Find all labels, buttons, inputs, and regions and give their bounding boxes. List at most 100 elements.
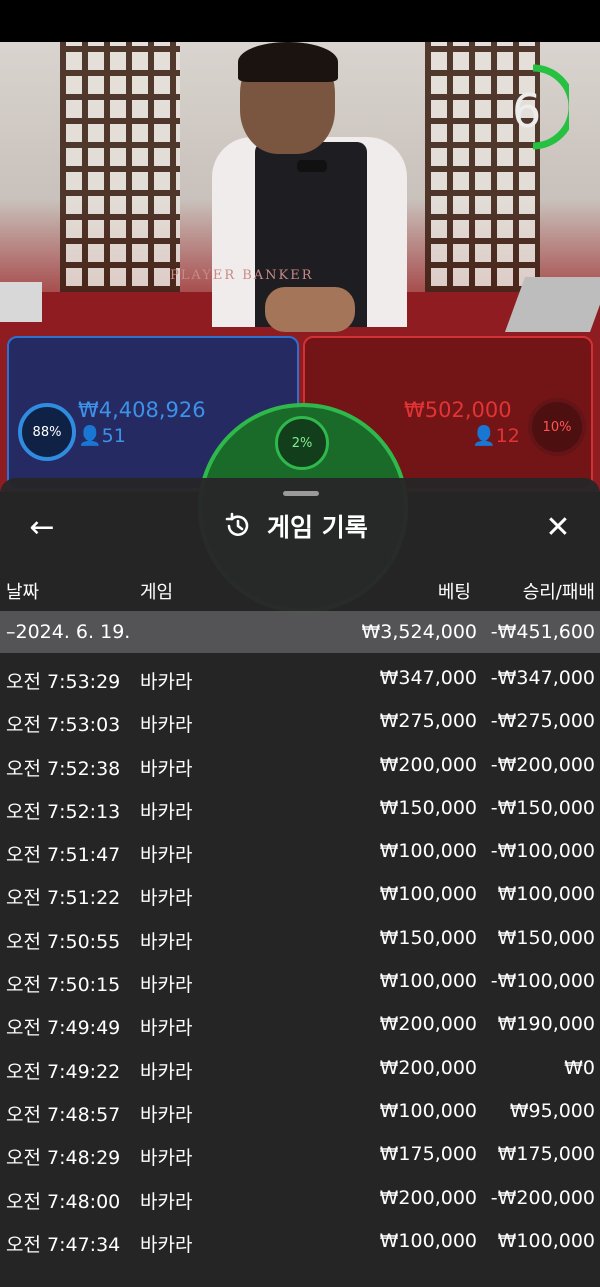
row-time: 오전 7:47:34 <box>6 1233 121 1256</box>
row-result: -₩200,000 <box>490 753 595 776</box>
row-result: ₩0 <box>564 1056 595 1079</box>
row-bet: ₩100,000 <box>379 1099 477 1122</box>
row-result: -₩347,000 <box>490 667 595 689</box>
close-button[interactable]: ✕ <box>538 507 578 547</box>
row-bet: ₩100,000 <box>379 1229 477 1252</box>
row-game: 바카라 <box>140 671 193 693</box>
row-time: 오전 7:50:55 <box>6 930 121 953</box>
status-bar <box>0 0 600 42</box>
row-time: 오전 7:51:47 <box>6 844 121 867</box>
row-bet: ₩100,000 <box>379 840 477 863</box>
column-date: 날짜 <box>6 582 40 603</box>
row-bet: ₩175,000 <box>379 1143 477 1166</box>
row-game: 바카라 <box>140 887 193 910</box>
user-icon: 👤 <box>78 425 102 447</box>
table-row[interactable]: 오전 7:51:22 바카라 ₩100,000 ₩100,000 <box>0 873 600 916</box>
row-time: 오전 7:50:15 <box>6 974 121 997</box>
row-result: ₩175,000 <box>497 1143 595 1166</box>
row-bet: ₩100,000 <box>379 970 477 993</box>
history-table-header: 날짜 게임 베팅 승리/패배 <box>0 570 600 610</box>
row-result: ₩95,000 <box>509 1099 595 1122</box>
row-time: 오전 7:51:22 <box>6 887 121 910</box>
row-game: 바카라 <box>140 1147 193 1170</box>
summary-bet: ₩3,524,000 <box>361 621 477 643</box>
player-percent-ring: 88% <box>18 403 76 461</box>
table-row[interactable]: 오전 7:48:29 바카라 ₩175,000 ₩175,000 <box>0 1133 600 1176</box>
row-time: 오전 7:49:22 <box>6 1060 121 1083</box>
row-game: 바카라 <box>140 714 193 737</box>
row-bet: ₩200,000 <box>379 1013 477 1036</box>
table-row[interactable]: 오전 7:47:34 바카라 ₩100,000 ₩100,000 <box>0 1220 600 1263</box>
screen-panel-left <box>60 42 180 292</box>
table-row[interactable]: 오전 7:53:03 바카라 ₩275,000 -₩275,000 <box>0 700 600 743</box>
column-result: 승리/패배 <box>522 582 595 603</box>
row-game: 바카라 <box>140 930 193 953</box>
row-time: 오전 7:53:29 <box>6 671 121 693</box>
table-row[interactable]: 오전 7:49:22 바카라 ₩200,000 ₩0 <box>0 1047 600 1090</box>
row-game: 바카라 <box>140 1233 193 1256</box>
row-result: ₩150,000 <box>497 926 595 949</box>
table-row[interactable]: 오전 7:48:00 바카라 ₩200,000 -₩200,000 <box>0 1177 600 1220</box>
table-row[interactable]: 오전 7:48:57 바카라 ₩100,000 ₩95,000 <box>0 1090 600 1133</box>
table-row[interactable]: 오전 7:52:38 바카라 ₩200,000 -₩200,000 <box>0 744 600 787</box>
back-button[interactable]: ← <box>22 507 62 547</box>
row-game: 바카라 <box>140 757 193 780</box>
row-result: ₩100,000 <box>497 883 595 906</box>
column-game: 게임 <box>140 582 174 603</box>
banker-bettor-count: 👤12 <box>472 425 520 447</box>
bowtie <box>297 160 327 172</box>
tie-percent-ring: 2% <box>275 416 329 470</box>
row-result: -₩100,000 <box>490 840 595 863</box>
table-row[interactable]: 오전 7:50:15 바카라 ₩100,000 -₩100,000 <box>0 960 600 1003</box>
countdown-number: 6 <box>512 84 542 138</box>
player-total-amount: ₩4,408,926 <box>78 398 206 422</box>
row-game: 바카라 <box>140 1103 193 1126</box>
row-result: -₩275,000 <box>490 710 595 733</box>
row-time: 오전 7:53:03 <box>6 714 121 737</box>
row-bet: ₩347,000 <box>379 667 477 689</box>
table-row[interactable]: 오전 7:53:29 바카라 ₩347,000 -₩347,000 <box>0 657 600 700</box>
row-bet: ₩275,000 <box>379 710 477 733</box>
history-icon <box>225 512 249 536</box>
sheet-drag-handle[interactable] <box>283 491 319 496</box>
table-row[interactable]: 오전 7:52:13 바카라 ₩150,000 -₩150,000 <box>0 787 600 830</box>
row-game: 바카라 <box>140 974 193 997</box>
row-result: -₩100,000 <box>490 970 595 993</box>
row-result: ₩190,000 <box>497 1013 595 1036</box>
row-result: -₩200,000 <box>490 1186 595 1209</box>
row-bet: ₩150,000 <box>379 796 477 819</box>
row-result: ₩100,000 <box>497 1229 595 1252</box>
row-game: 바카라 <box>140 1060 193 1083</box>
row-bet: ₩150,000 <box>379 926 477 949</box>
row-time: 오전 7:48:57 <box>6 1103 121 1126</box>
row-bet: ₩200,000 <box>379 1186 477 1209</box>
row-game: 바카라 <box>140 1190 193 1213</box>
row-time: 오전 7:49:49 <box>6 1017 121 1040</box>
banker-total-amount: ₩502,000 <box>404 398 512 422</box>
player-bettor-count: 👤51 <box>78 425 126 447</box>
summary-date: –2024. 6. 19. <box>6 621 131 643</box>
row-game: 바카라 <box>140 1017 193 1040</box>
row-game: 바카라 <box>140 844 193 867</box>
card-stack <box>0 282 42 322</box>
summary-result: -₩451,600 <box>490 621 595 643</box>
row-time: 오전 7:48:29 <box>6 1147 121 1170</box>
column-bet: 베팅 <box>437 582 471 603</box>
table-row[interactable]: 오전 7:49:49 바카라 ₩200,000 ₩190,000 <box>0 1003 600 1046</box>
row-result: -₩150,000 <box>490 796 595 819</box>
dealer-hair <box>238 42 338 82</box>
arrow-left-icon: ← <box>29 509 55 545</box>
user-icon: 👤 <box>472 425 496 447</box>
row-bet: ₩100,000 <box>379 883 477 906</box>
close-icon: ✕ <box>545 509 571 545</box>
table-label: PLAYER BANKER <box>170 268 314 283</box>
row-time: 오전 7:52:13 <box>6 800 121 823</box>
dealer-hands <box>265 287 355 332</box>
row-time: 오전 7:52:38 <box>6 757 121 780</box>
date-summary-row[interactable]: –2024. 6. 19. ₩3,524,000 -₩451,600 <box>0 611 600 653</box>
banker-percent-ring: 10% <box>528 398 586 456</box>
sheet-header: 게임 기록 <box>223 505 368 547</box>
table-row[interactable]: 오전 7:51:47 바카라 ₩100,000 -₩100,000 <box>0 830 600 873</box>
table-row[interactable]: 오전 7:50:55 바카라 ₩150,000 ₩150,000 <box>0 917 600 960</box>
sheet-title: 게임 기록 <box>267 513 368 542</box>
